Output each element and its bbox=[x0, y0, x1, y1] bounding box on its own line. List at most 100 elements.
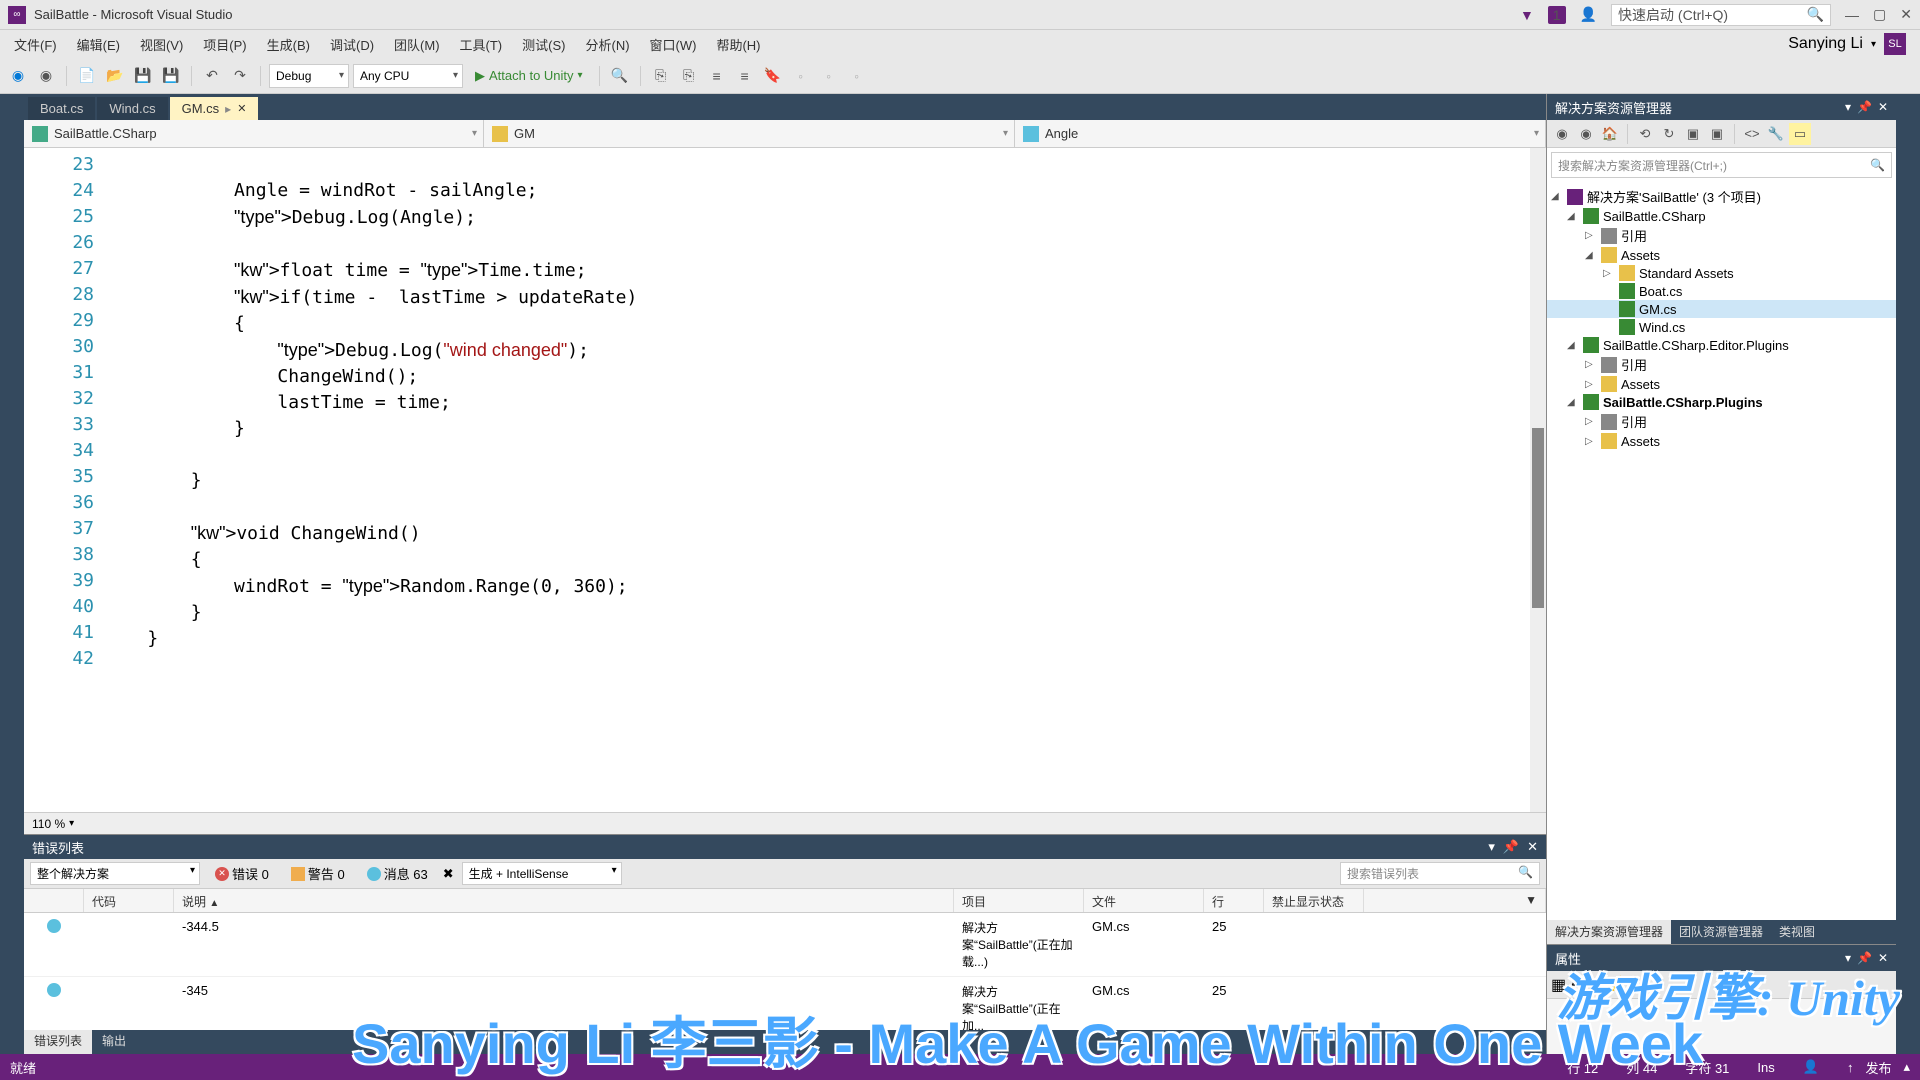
tree-node-SailBattle.CSharp[interactable]: ◢SailBattle.CSharp bbox=[1547, 207, 1896, 225]
tb-misc-3[interactable]: ≡ bbox=[705, 64, 729, 88]
tree-node-Boat.cs[interactable]: Boat.cs bbox=[1547, 282, 1896, 300]
tb-misc-7[interactable]: ◦ bbox=[845, 64, 869, 88]
tb-misc-6[interactable]: ◦ bbox=[817, 64, 841, 88]
tree-node-引用[interactable]: ▷引用 bbox=[1547, 354, 1896, 375]
tb-misc-4[interactable]: ≡ bbox=[733, 64, 757, 88]
doc-tab-Wind.cs[interactable]: Wind.cs bbox=[97, 97, 167, 120]
se-back-button[interactable]: ◉ bbox=[1551, 123, 1573, 145]
code-content[interactable]: Angle = windRot - sailAngle; "type">Debu… bbox=[104, 148, 1530, 812]
left-dock-strip[interactable] bbox=[0, 94, 24, 1054]
prop-close-icon[interactable]: ✕ bbox=[1878, 951, 1888, 965]
attach-unity-button[interactable]: ▶ Attach to Unity ▾ bbox=[467, 68, 591, 84]
user-account[interactable]: Sanying Li ▾ SL bbox=[1788, 33, 1914, 55]
menu-分析[interactable]: 分析(N) bbox=[577, 33, 637, 56]
open-button[interactable]: 📂 bbox=[103, 64, 127, 88]
se-preview-button[interactable]: ▭ bbox=[1789, 123, 1811, 145]
save-all-button[interactable]: 💾 bbox=[159, 64, 183, 88]
error-row[interactable]: -344.5解决方案“SailBattle”(正在加载...)GM.cs25 bbox=[24, 913, 1546, 977]
se-fwd-button[interactable]: ◉ bbox=[1575, 123, 1597, 145]
se-properties-button[interactable]: 🔧 bbox=[1765, 123, 1787, 145]
tb-misc-2[interactable]: ⎘ bbox=[677, 64, 701, 88]
tree-node-Assets[interactable]: ▷Assets bbox=[1547, 432, 1896, 450]
se-refresh-button[interactable]: ↻ bbox=[1658, 123, 1680, 145]
menu-视图[interactable]: 视图(V) bbox=[132, 33, 191, 56]
tb-misc-1[interactable]: ⎘ bbox=[649, 64, 673, 88]
config-dropdown[interactable]: Debug bbox=[269, 64, 349, 88]
menu-测试[interactable]: 测试(S) bbox=[514, 33, 573, 56]
platform-dropdown[interactable]: Any CPU bbox=[353, 64, 463, 88]
menu-帮助[interactable]: 帮助(H) bbox=[708, 33, 768, 56]
menu-窗口[interactable]: 窗口(W) bbox=[642, 33, 705, 56]
prop-pin-icon[interactable]: 📌 bbox=[1857, 951, 1872, 965]
new-project-button[interactable]: 📄 bbox=[75, 64, 99, 88]
solution-tree[interactable]: ◢ 解决方案'SailBattle' (3 个项目) ◢SailBattle.C… bbox=[1547, 182, 1896, 920]
tab-class-view[interactable]: 类视图 bbox=[1771, 920, 1823, 944]
menu-团队[interactable]: 团队(M) bbox=[386, 33, 448, 56]
tab-output[interactable]: 输出 bbox=[92, 1030, 136, 1054]
menu-工具[interactable]: 工具(T) bbox=[452, 33, 511, 56]
doc-tab-Boat.cs[interactable]: Boat.cs bbox=[28, 97, 95, 120]
error-row[interactable]: -345解决方案“SailBattle”(正在加...GM.cs25 bbox=[24, 977, 1546, 1030]
se-close-icon[interactable]: ✕ bbox=[1878, 100, 1888, 114]
notification-badge[interactable]: 1 bbox=[1548, 6, 1566, 24]
se-code-button[interactable]: <> bbox=[1741, 123, 1763, 145]
tree-node-Standard Assets[interactable]: ▷Standard Assets bbox=[1547, 264, 1896, 282]
warnings-filter[interactable]: 警告 0 bbox=[284, 861, 352, 886]
menu-生成[interactable]: 生成(B) bbox=[259, 33, 318, 56]
menu-编辑[interactable]: 编辑(E) bbox=[69, 33, 128, 56]
error-scope-dropdown[interactable]: 整个解决方案 bbox=[30, 862, 200, 885]
minimize-button[interactable]: — bbox=[1845, 7, 1859, 23]
se-home-button[interactable]: 🏠 bbox=[1599, 123, 1621, 145]
nav-back-button[interactable]: ◉ bbox=[6, 64, 30, 88]
errors-filter[interactable]: ✕错误 0 bbox=[208, 861, 276, 886]
publish-up-icon[interactable]: ↑ bbox=[1847, 1060, 1854, 1075]
tree-node-SailBattle.CSharp.Editor.Plugins[interactable]: ◢SailBattle.CSharp.Editor.Plugins bbox=[1547, 336, 1896, 354]
tree-root[interactable]: ◢ 解决方案'SailBattle' (3 个项目) bbox=[1547, 186, 1896, 207]
tree-node-Assets[interactable]: ▷Assets bbox=[1547, 375, 1896, 393]
se-sync-button[interactable]: ⟲ bbox=[1634, 123, 1656, 145]
panel-pin-icon[interactable]: 📌 bbox=[1503, 839, 1519, 855]
zoom-dropdown[interactable]: 110 % bbox=[32, 817, 65, 831]
se-pin-icon[interactable]: 📌 bbox=[1857, 100, 1872, 114]
close-tab-icon[interactable]: ✕ bbox=[237, 102, 246, 115]
tab-team-explorer[interactable]: 团队资源管理器 bbox=[1671, 920, 1771, 944]
error-headers[interactable]: 代码 说明 ▲ 项目 文件 行 禁止显示状态 ▼ bbox=[24, 889, 1546, 913]
right-dock-strip[interactable] bbox=[1896, 94, 1920, 1054]
publish-arrow-icon[interactable]: ▴ bbox=[1903, 1059, 1910, 1075]
tb-misc-5[interactable]: ◦ bbox=[789, 64, 813, 88]
maximize-button[interactable]: ▢ bbox=[1873, 6, 1886, 23]
se-collapse-button[interactable]: ▣ bbox=[1682, 123, 1704, 145]
tree-node-Wind.cs[interactable]: Wind.cs bbox=[1547, 318, 1896, 336]
prop-alpha-button[interactable]: A↓ bbox=[1570, 976, 1589, 994]
nav-project-dropdown[interactable]: SailBattle.CSharp bbox=[24, 120, 484, 147]
messages-filter[interactable]: 消息 63 bbox=[360, 861, 435, 886]
filter-icon[interactable]: ▼ bbox=[1520, 7, 1534, 23]
se-search-input[interactable]: 搜索解决方案资源管理器(Ctrl+;) 🔍 bbox=[1551, 152, 1892, 178]
tree-node-引用[interactable]: ▷引用 bbox=[1547, 225, 1896, 246]
tab-solution-explorer[interactable]: 解决方案资源管理器 bbox=[1547, 920, 1671, 944]
status-macro-icon[interactable]: 👤 bbox=[1803, 1059, 1819, 1075]
save-button[interactable]: 💾 bbox=[131, 64, 155, 88]
clear-filter-icon[interactable]: ✖ bbox=[443, 866, 454, 882]
panel-dropdown-icon[interactable]: ▾ bbox=[1488, 839, 1495, 855]
undo-button[interactable]: ↶ bbox=[200, 64, 224, 88]
nav-class-dropdown[interactable]: GM bbox=[484, 120, 1015, 147]
feedback-icon[interactable]: 👤 bbox=[1580, 6, 1597, 23]
find-button[interactable]: 🔍 bbox=[608, 64, 632, 88]
panel-close-icon[interactable]: ✕ bbox=[1527, 839, 1538, 855]
doc-tab-GM.cs[interactable]: GM.cs▸✕ bbox=[170, 97, 259, 120]
nav-member-dropdown[interactable]: Angle bbox=[1015, 120, 1546, 147]
menu-文件[interactable]: 文件(F) bbox=[6, 33, 65, 56]
editor-scrollbar[interactable] bbox=[1530, 148, 1546, 812]
code-editor[interactable]: 2324252627282930313233343536373839404142… bbox=[24, 148, 1546, 812]
bookmark-button[interactable]: 🔖 bbox=[761, 64, 785, 88]
error-search-input[interactable]: 搜索错误列表🔍 bbox=[1340, 862, 1540, 885]
tree-node-Assets[interactable]: ◢Assets bbox=[1547, 246, 1896, 264]
tab-errorlist[interactable]: 错误列表 bbox=[24, 1030, 92, 1054]
menu-项目[interactable]: 项目(P) bbox=[195, 33, 254, 56]
build-mode-dropdown[interactable]: 生成 + IntelliSense bbox=[462, 862, 622, 885]
tree-node-引用[interactable]: ▷引用 bbox=[1547, 411, 1896, 432]
se-dropdown-icon[interactable]: ▾ bbox=[1845, 100, 1851, 114]
menu-调试[interactable]: 调试(D) bbox=[322, 33, 382, 56]
prop-categorize-button[interactable]: ▦ bbox=[1551, 975, 1566, 995]
